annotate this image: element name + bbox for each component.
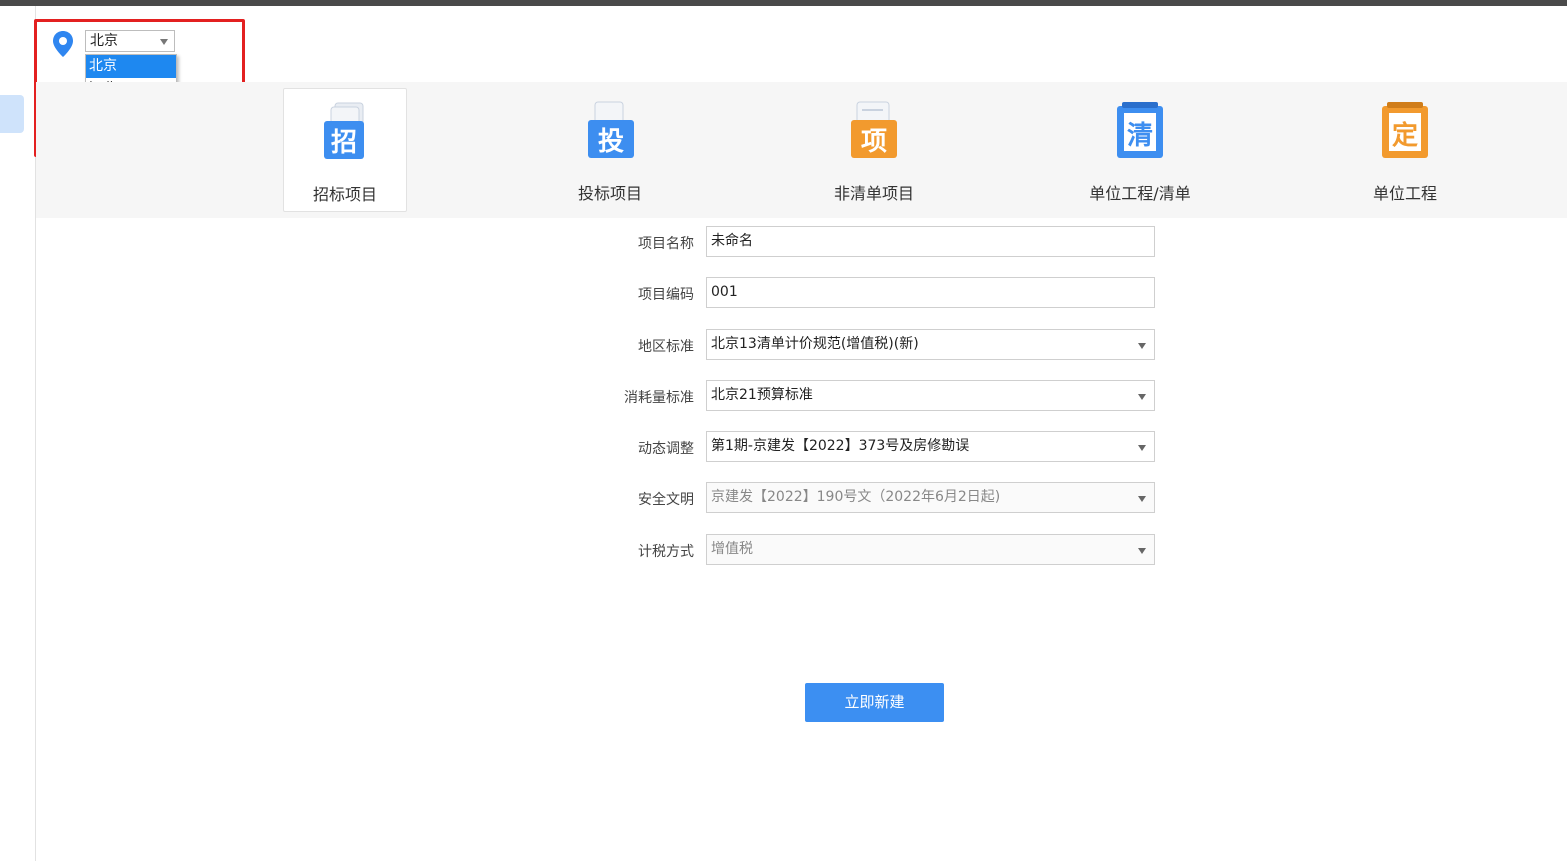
project-type-bid[interactable]: 投 投标项目 (548, 88, 672, 212)
form-row-project-name: 项目名称 未命名 (600, 226, 1160, 258)
project-type-unit-quota[interactable]: 定 单位工程 (1343, 88, 1467, 212)
dynamic-adjust-label: 动态调整 (638, 441, 694, 457)
form-row-dynamic-adjust: 动态调整 第1期-京建发【2022】373号及房修勘误 (600, 431, 1160, 463)
non-list-project-icon: 项 (851, 101, 897, 158)
region-standard-label: 地区标准 (638, 339, 694, 355)
chevron-down-icon[interactable] (1138, 548, 1146, 554)
project-type-label: 单位工程/清单 (1089, 184, 1191, 203)
tender-doc-icon: 招 (324, 102, 364, 159)
chevron-down-icon[interactable] (1138, 394, 1146, 400)
chevron-down-icon[interactable] (1138, 343, 1146, 349)
tax-method-value: 增值税 (711, 541, 753, 557)
safety-civil-value: 京建发【2022】190号文（2022年6月2日起) (711, 489, 1001, 505)
project-type-label: 投标项目 (577, 184, 642, 203)
left-side-tab[interactable] (0, 95, 24, 133)
project-type-non-list[interactable]: 项 非清单项目 (812, 88, 936, 212)
consumption-standard-label: 消耗量标准 (624, 390, 694, 406)
bid-doc-icon: 投 (588, 101, 634, 158)
form-row-tax-method: 计税方式 增值税 (600, 534, 1160, 566)
consumption-standard-value: 北京21预算标准 (711, 387, 813, 403)
chevron-down-icon[interactable] (1138, 496, 1146, 502)
unit-list-icon: 清 (1117, 102, 1163, 158)
project-type-unit-list[interactable]: 清 单位工程/清单 (1078, 88, 1202, 212)
consumption-standard-select[interactable]: 北京21预算标准 (706, 380, 1155, 411)
tax-method-label: 计税方式 (638, 544, 694, 560)
project-name-input[interactable]: 未命名 (706, 226, 1155, 257)
region-standard-value: 北京13清单计价规范(增值税)(新) (711, 336, 919, 352)
safety-civil-label: 安全文明 (638, 492, 694, 508)
tender-glyph: 招 (331, 128, 357, 158)
non-list-glyph: 项 (861, 127, 887, 157)
form-row-safety-civil: 安全文明 京建发【2022】190号文（2022年6月2日起) (600, 482, 1160, 514)
tax-method-select[interactable]: 增值税 (706, 534, 1155, 565)
unit-quota-glyph: 定 (1392, 120, 1418, 151)
dynamic-adjust-value: 第1期-京建发【2022】373号及房修勘误 (711, 438, 970, 454)
create-now-button[interactable]: 立即新建 (805, 683, 944, 722)
chevron-down-icon[interactable] (1138, 445, 1146, 451)
project-code-label: 项目编码 (638, 287, 694, 303)
project-type-label: 招标项目 (312, 185, 377, 204)
unit-list-glyph: 清 (1127, 121, 1153, 151)
unit-quota-icon: 定 (1382, 102, 1428, 158)
region-area (36, 6, 1567, 82)
project-name-label: 项目名称 (638, 236, 694, 252)
dynamic-adjust-select[interactable]: 第1期-京建发【2022】373号及房修勘误 (706, 431, 1155, 462)
project-code-input[interactable]: 001 (706, 277, 1155, 308)
safety-civil-select[interactable]: 京建发【2022】190号文（2022年6月2日起) (706, 482, 1155, 513)
bid-glyph: 投 (598, 127, 624, 157)
project-type-band (36, 82, 1567, 218)
region-standard-select[interactable]: 北京13清单计价规范(增值税)(新) (706, 329, 1155, 360)
project-type-tender[interactable]: 招 招标项目 (283, 88, 407, 212)
form-row-region-standard: 地区标准 北京13清单计价规范(增值税)(新) (600, 329, 1160, 361)
form-row-project-code: 项目编码 001 (600, 277, 1160, 309)
project-type-label: 非清单项目 (833, 184, 914, 203)
project-type-label: 单位工程 (1372, 184, 1437, 203)
form-row-consumption-standard: 消耗量标准 北京21预算标准 (600, 380, 1160, 412)
